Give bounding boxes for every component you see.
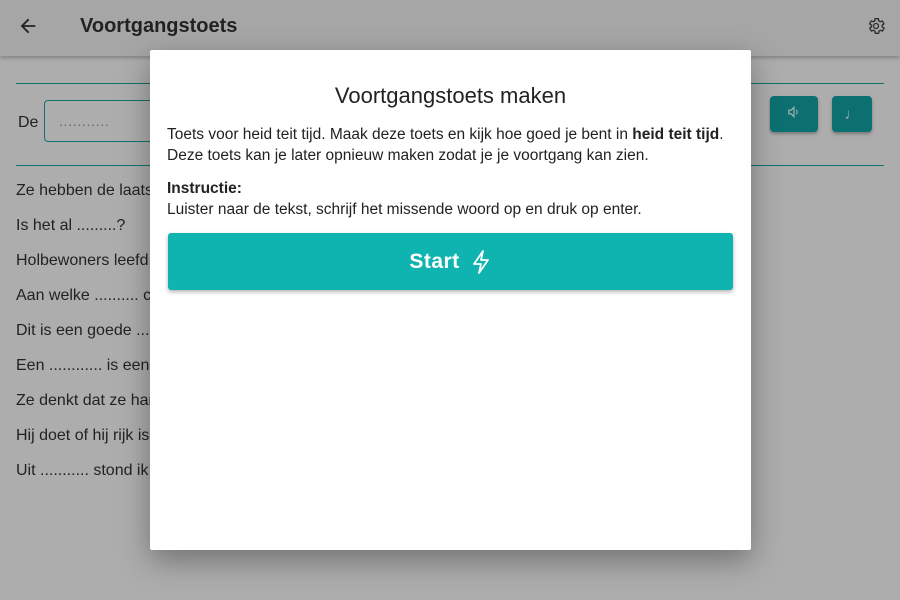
lightning-icon — [470, 249, 492, 275]
description-text: Toets voor heid teit tijd. Maak deze toe… — [167, 126, 633, 143]
dialog-description: Toets voor heid teit tijd. Maak deze toe… — [167, 124, 737, 166]
instruction-heading: Instructie: — [167, 180, 242, 197]
start-test-dialog: Voortgangstoets maken Toets voor heid te… — [150, 50, 751, 550]
start-button[interactable]: Start — [168, 233, 733, 290]
instruction-text: Luister naar de tekst, schrijf het misse… — [167, 201, 642, 218]
start-button-label: Start — [409, 249, 460, 273]
description-bold-text: heid teit tijd — [632, 126, 720, 143]
instruction-block: Instructie: Luister naar de tekst, schri… — [167, 178, 737, 220]
dialog-title: Voortgangstoets maken — [334, 83, 567, 108]
